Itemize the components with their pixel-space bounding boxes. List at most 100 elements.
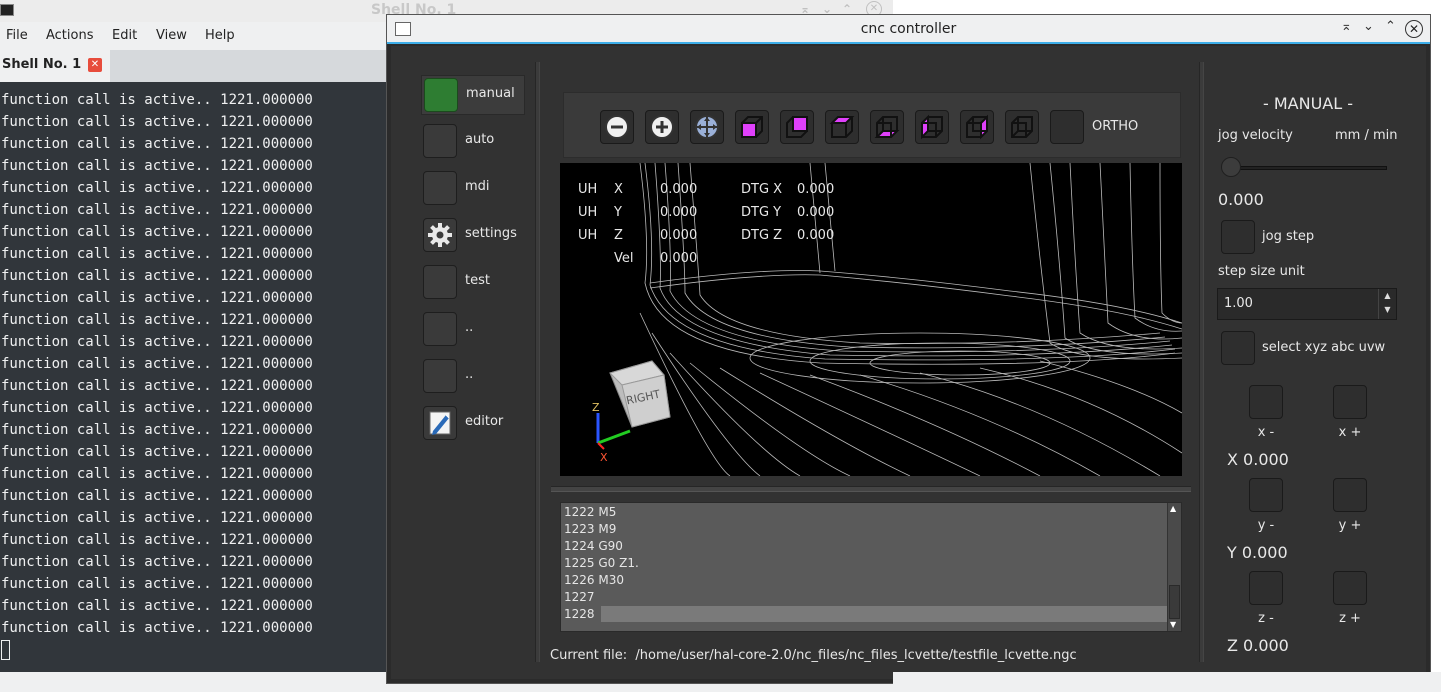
viewport-splitter[interactable] — [551, 486, 1191, 492]
left-divider[interactable] — [535, 62, 540, 662]
gcode-line[interactable]: 1225 G0 Z1. — [561, 555, 1181, 572]
menu-file[interactable]: File — [6, 28, 28, 43]
select-axes-label: select xyz abc uvw — [1262, 340, 1386, 355]
blank-button-icon — [423, 265, 457, 299]
view-left-button[interactable] — [915, 110, 949, 144]
keep-above-icon[interactable]: ⌅ — [1341, 19, 1352, 34]
zoom-in-button[interactable] — [645, 110, 679, 144]
z-position-readout: Z 0.000 — [1227, 636, 1289, 655]
jog-step-toggle[interactable] — [1221, 220, 1255, 254]
dro-z-axis: Z — [614, 228, 623, 243]
nav-extra-1[interactable]: .. — [421, 310, 525, 350]
spin-down-icon[interactable]: ▼ — [1379, 303, 1396, 317]
nav-extra-2[interactable]: .. — [421, 357, 525, 397]
edit-icon — [423, 406, 457, 440]
jog-x-minus-button[interactable] — [1249, 385, 1283, 419]
scroll-down-icon[interactable]: ▼ — [1170, 620, 1176, 629]
menu-edit[interactable]: Edit — [112, 28, 137, 43]
cnc-titlebar[interactable]: cnc controller ⌅ ⌄ ⌃ ✕ — [387, 15, 1430, 44]
jog-z-minus-button[interactable] — [1249, 571, 1283, 605]
gcode-line[interactable]: 1222 M5 — [561, 504, 1181, 521]
jog-z-plus-button[interactable] — [1333, 571, 1367, 605]
fit-view-button[interactable] — [690, 110, 724, 144]
menu-actions[interactable]: Actions — [46, 28, 94, 43]
dro-vel-label: Vel — [614, 251, 634, 266]
tab-close-icon[interactable]: ✕ — [88, 58, 102, 72]
gcode-line[interactable]: 1224 G90 — [561, 538, 1181, 555]
view-left-icon — [921, 114, 943, 140]
step-size-value: 1.00 — [1224, 296, 1253, 311]
dro-x-axis: X — [614, 182, 623, 197]
view-cube-x-axis-label: X — [600, 451, 608, 464]
blank-button-icon — [423, 312, 457, 346]
nav-extra-2-label: .. — [465, 367, 474, 382]
spin-up-icon[interactable]: ▲ — [1379, 289, 1396, 303]
view-iso-button[interactable] — [780, 110, 814, 144]
blank-button-icon — [423, 171, 457, 205]
3d-preview-viewport[interactable]: UH X 0.000 DTG X 0.000 UH Y 0.000 DTG Y … — [560, 163, 1182, 476]
view-right-icon — [966, 114, 988, 140]
gcode-line-text: 1227 — [564, 590, 595, 604]
jog-x-plus-button[interactable] — [1333, 385, 1367, 419]
terminal-app-icon — [0, 4, 14, 16]
scroll-up-icon[interactable]: ▲ — [1170, 504, 1176, 513]
minimize-icon[interactable]: ⌄ — [1363, 19, 1374, 34]
view-toolbar: ORTHO — [563, 92, 1181, 158]
desktop-background-strip — [893, 672, 1441, 692]
green-square-icon — [424, 78, 458, 112]
view-top-button[interactable] — [825, 110, 859, 144]
fit-view-icon — [695, 115, 719, 139]
jog-velocity-label: jog velocity — [1218, 128, 1293, 143]
nav-manual[interactable]: manual — [421, 75, 525, 115]
jog-y-plus-label: y + — [1338, 518, 1362, 533]
gcode-line-text: 1228 — [564, 607, 595, 621]
gcode-line[interactable]: 1223 M9 — [561, 521, 1181, 538]
mode-title: - MANUAL - — [1263, 94, 1354, 113]
close-icon[interactable]: ✕ — [1405, 20, 1423, 38]
nav-test[interactable]: test — [421, 263, 525, 303]
gcode-scrollbar[interactable]: ▲ ▼ — [1167, 503, 1181, 631]
view-back-button[interactable] — [1005, 110, 1039, 144]
zoom-out-button[interactable] — [600, 110, 634, 144]
jog-z-plus-label: z + — [1339, 611, 1361, 626]
select-axes-toggle[interactable] — [1221, 331, 1255, 365]
current-file-label: Current file: — [550, 648, 628, 663]
jog-velocity-slider-handle[interactable] — [1221, 157, 1241, 177]
jog-y-plus-button[interactable] — [1333, 478, 1367, 512]
right-divider[interactable] — [1199, 62, 1204, 662]
view-right-button[interactable] — [960, 110, 994, 144]
nav-auto[interactable]: auto — [421, 122, 525, 162]
nav-settings[interactable]: settings — [421, 216, 525, 256]
jog-z-minus-label: z - — [1258, 611, 1274, 626]
terminal-tab[interactable]: Shell No. 1 ✕ — [0, 50, 110, 82]
nav-mdi[interactable]: mdi — [421, 169, 525, 209]
current-file-path: /home/user/hal-core-2.0/nc_files/nc_file… — [635, 648, 1077, 663]
view-front-button[interactable] — [735, 110, 769, 144]
maximize-icon[interactable]: ⌃ — [1385, 19, 1396, 34]
view-bottom-button[interactable] — [870, 110, 904, 144]
cnc-window: cnc controller ⌅ ⌄ ⌃ ✕ manual auto mdi s… — [386, 14, 1431, 684]
gcode-line-text: 1225 G0 Z1. — [564, 556, 639, 570]
view-cube-z-axis-label: Z — [592, 401, 600, 414]
dro-y-unit: UH — [578, 205, 598, 220]
menu-help[interactable]: Help — [205, 28, 235, 43]
dro-x-value: 0.000 — [660, 182, 698, 197]
menu-view[interactable]: View — [156, 28, 187, 43]
ortho-toggle-button[interactable] — [1050, 110, 1084, 144]
gcode-view[interactable]: 1222 M5 1223 M9 1224 G90 1225 G0 Z1. 1226 M3… — [560, 502, 1182, 632]
current-line-highlight — [600, 606, 1167, 622]
gcode-line[interactable]: 1226 M30 — [561, 572, 1181, 589]
step-size-spinbox[interactable]: 1.00 ▲ ▼ — [1217, 288, 1397, 320]
view-cube[interactable]: RIGHT Z X — [590, 353, 690, 464]
view-back-icon — [1011, 116, 1033, 138]
dro-y-value: 0.000 — [660, 205, 698, 220]
view-front-icon — [741, 116, 763, 138]
jog-y-minus-button[interactable] — [1249, 478, 1283, 512]
scrollbar-thumb[interactable] — [1169, 585, 1180, 619]
jog-velocity-slider[interactable] — [1224, 166, 1387, 170]
jog-step-label: jog step — [1262, 229, 1315, 244]
gcode-line[interactable]: 1228 — [561, 606, 1181, 623]
dro-y-axis: Y — [614, 205, 622, 220]
nav-editor[interactable]: editor — [421, 404, 525, 444]
gcode-line[interactable]: 1227 — [561, 589, 1181, 606]
